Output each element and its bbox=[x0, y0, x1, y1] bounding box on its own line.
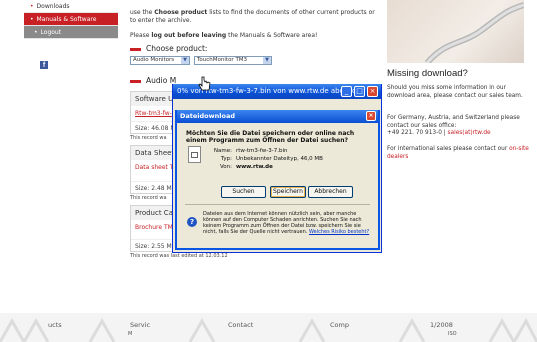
download-link-label: Brochure TM3 bbox=[135, 224, 177, 231]
sidebar-item-manuals-software[interactable]: • Manuals & Software bbox=[24, 13, 118, 26]
maximize-icon[interactable]: □ bbox=[354, 86, 365, 97]
product-select[interactable]: TouchMonitor TM3 ▼ bbox=[194, 56, 272, 65]
product-select-value: TouchMonitor TM3 bbox=[197, 57, 248, 63]
sidebar-item-logout[interactable]: • Logout bbox=[24, 26, 118, 39]
search-button[interactable]: Suchen bbox=[221, 186, 266, 198]
sidebar-item-downloads[interactable]: • Downloads bbox=[24, 0, 118, 13]
dialog-question: Möchten Sie die Datei speichern oder onl… bbox=[186, 130, 355, 144]
file-source-value: www.rtw.de bbox=[236, 164, 273, 170]
risk-link[interactable]: Welches Risiko besteht? bbox=[309, 229, 369, 235]
category-select[interactable]: Audio Monitors ▼ bbox=[130, 56, 190, 65]
logout-bold: log out before leaving bbox=[151, 32, 227, 39]
footer: ucts Servic M Contact Comp 1/2008 ISO bbox=[0, 313, 537, 342]
file-type-value: Unbekannter Dateityp, 46,0 MB bbox=[236, 156, 323, 162]
sales-office-text: For Germany, Austria, and Switzerland pl… bbox=[387, 115, 535, 138]
cancel-button[interactable]: Abbrechen bbox=[308, 186, 353, 198]
footer-zigzag-background bbox=[0, 313, 537, 342]
heading-bar bbox=[130, 79, 141, 83]
file-icon bbox=[188, 146, 201, 163]
bullet-icon: • bbox=[30, 16, 34, 23]
close-icon[interactable]: × bbox=[366, 111, 376, 121]
choose-product-label: Choose product: bbox=[146, 44, 208, 53]
footer-service[interactable]: Servic bbox=[130, 321, 150, 329]
hero-image bbox=[387, 0, 524, 63]
footer-company[interactable]: Comp bbox=[330, 321, 349, 329]
international-sales-text: For international sales please contact o… bbox=[387, 146, 535, 161]
footer-cert-year: 1/2008 bbox=[430, 321, 453, 329]
sales-office-label: For Germany, Austria, and Switzerland pl… bbox=[387, 115, 520, 129]
intro-bold: Choose product bbox=[154, 9, 208, 16]
intro-text: use the Choose product lists to find the… bbox=[130, 9, 375, 25]
logout-prefix: Please bbox=[130, 32, 152, 39]
bullet-icon: • bbox=[30, 3, 34, 10]
category-select-value: Audio Monitors bbox=[133, 57, 175, 63]
cable-illustration bbox=[424, 2, 524, 63]
bullet-icon: • bbox=[34, 29, 38, 36]
file-name-label: Name: bbox=[213, 148, 232, 154]
international-sales-label: For international sales please contact o… bbox=[387, 146, 510, 152]
footer-iso: ISO bbox=[448, 331, 457, 337]
chevron-down-icon[interactable]: ▼ bbox=[263, 57, 271, 64]
dialog-titlebar[interactable]: Dateidownload × bbox=[177, 110, 378, 123]
sidebar-item-label: Downloads bbox=[36, 3, 70, 10]
logout-notice: Please log out before leaving the Manual… bbox=[130, 32, 375, 40]
product-selects: Audio Monitors ▼ TouchMonitor TM3 ▼ bbox=[130, 56, 375, 65]
phone-number: +49 221. 70 913-0 | bbox=[387, 130, 448, 136]
file-name-row: Name: rtw-tm3-fw-3-7.bin bbox=[207, 148, 377, 155]
sidebar-item-label: Manuals & Software bbox=[36, 16, 97, 23]
file-name-value: rtw-tm3-fw-3-7.bin bbox=[236, 148, 288, 154]
file-type-label: Typ: bbox=[220, 156, 232, 162]
dialog-divider bbox=[185, 204, 370, 205]
file-source-row: Von: www.rtw.de bbox=[207, 164, 377, 171]
heading-bar bbox=[130, 47, 141, 51]
hand-cursor-icon bbox=[198, 76, 211, 91]
file-type-row: Typ: Unbekannter Dateityp, 46,0 MB bbox=[207, 156, 377, 163]
missing-download-heading: Missing download? bbox=[387, 68, 468, 79]
logout-suffix: the Manuals & Software area! bbox=[226, 32, 318, 39]
save-button[interactable]: Speichern bbox=[270, 186, 306, 198]
choose-product-heading: Choose product: bbox=[130, 45, 375, 53]
sidebar-item-label: Logout bbox=[40, 29, 62, 36]
sales-email-link[interactable]: sales(at)rtw.de bbox=[448, 130, 491, 136]
footer-contact[interactable]: Contact bbox=[228, 321, 253, 329]
minimize-icon[interactable]: _ bbox=[341, 86, 352, 97]
file-source-label: Von: bbox=[219, 164, 232, 170]
intro-prefix: use the bbox=[130, 9, 155, 16]
file-download-dialog[interactable]: Dateidownload × Möchten Sie die Datei sp… bbox=[175, 110, 380, 250]
shield-question-icon: ? bbox=[187, 217, 197, 227]
missing-download-text: Should you miss some information in our … bbox=[387, 85, 523, 99]
footer-service-sub: M bbox=[128, 331, 133, 337]
sidebar-nav: • Downloads • Manuals & Software • Logout f bbox=[24, 0, 118, 69]
dialog-title: Dateidownload bbox=[180, 112, 236, 120]
record-note: This record was last edited at 12.03.12 bbox=[130, 253, 228, 259]
footer-products[interactable]: ucts bbox=[48, 321, 62, 329]
close-icon[interactable]: × bbox=[367, 86, 378, 97]
facebook-icon[interactable]: f bbox=[40, 61, 48, 69]
chevron-down-icon[interactable]: ▼ bbox=[181, 57, 189, 64]
dialog-warning: Dateien aus dem Internet können nützlich… bbox=[203, 211, 373, 235]
